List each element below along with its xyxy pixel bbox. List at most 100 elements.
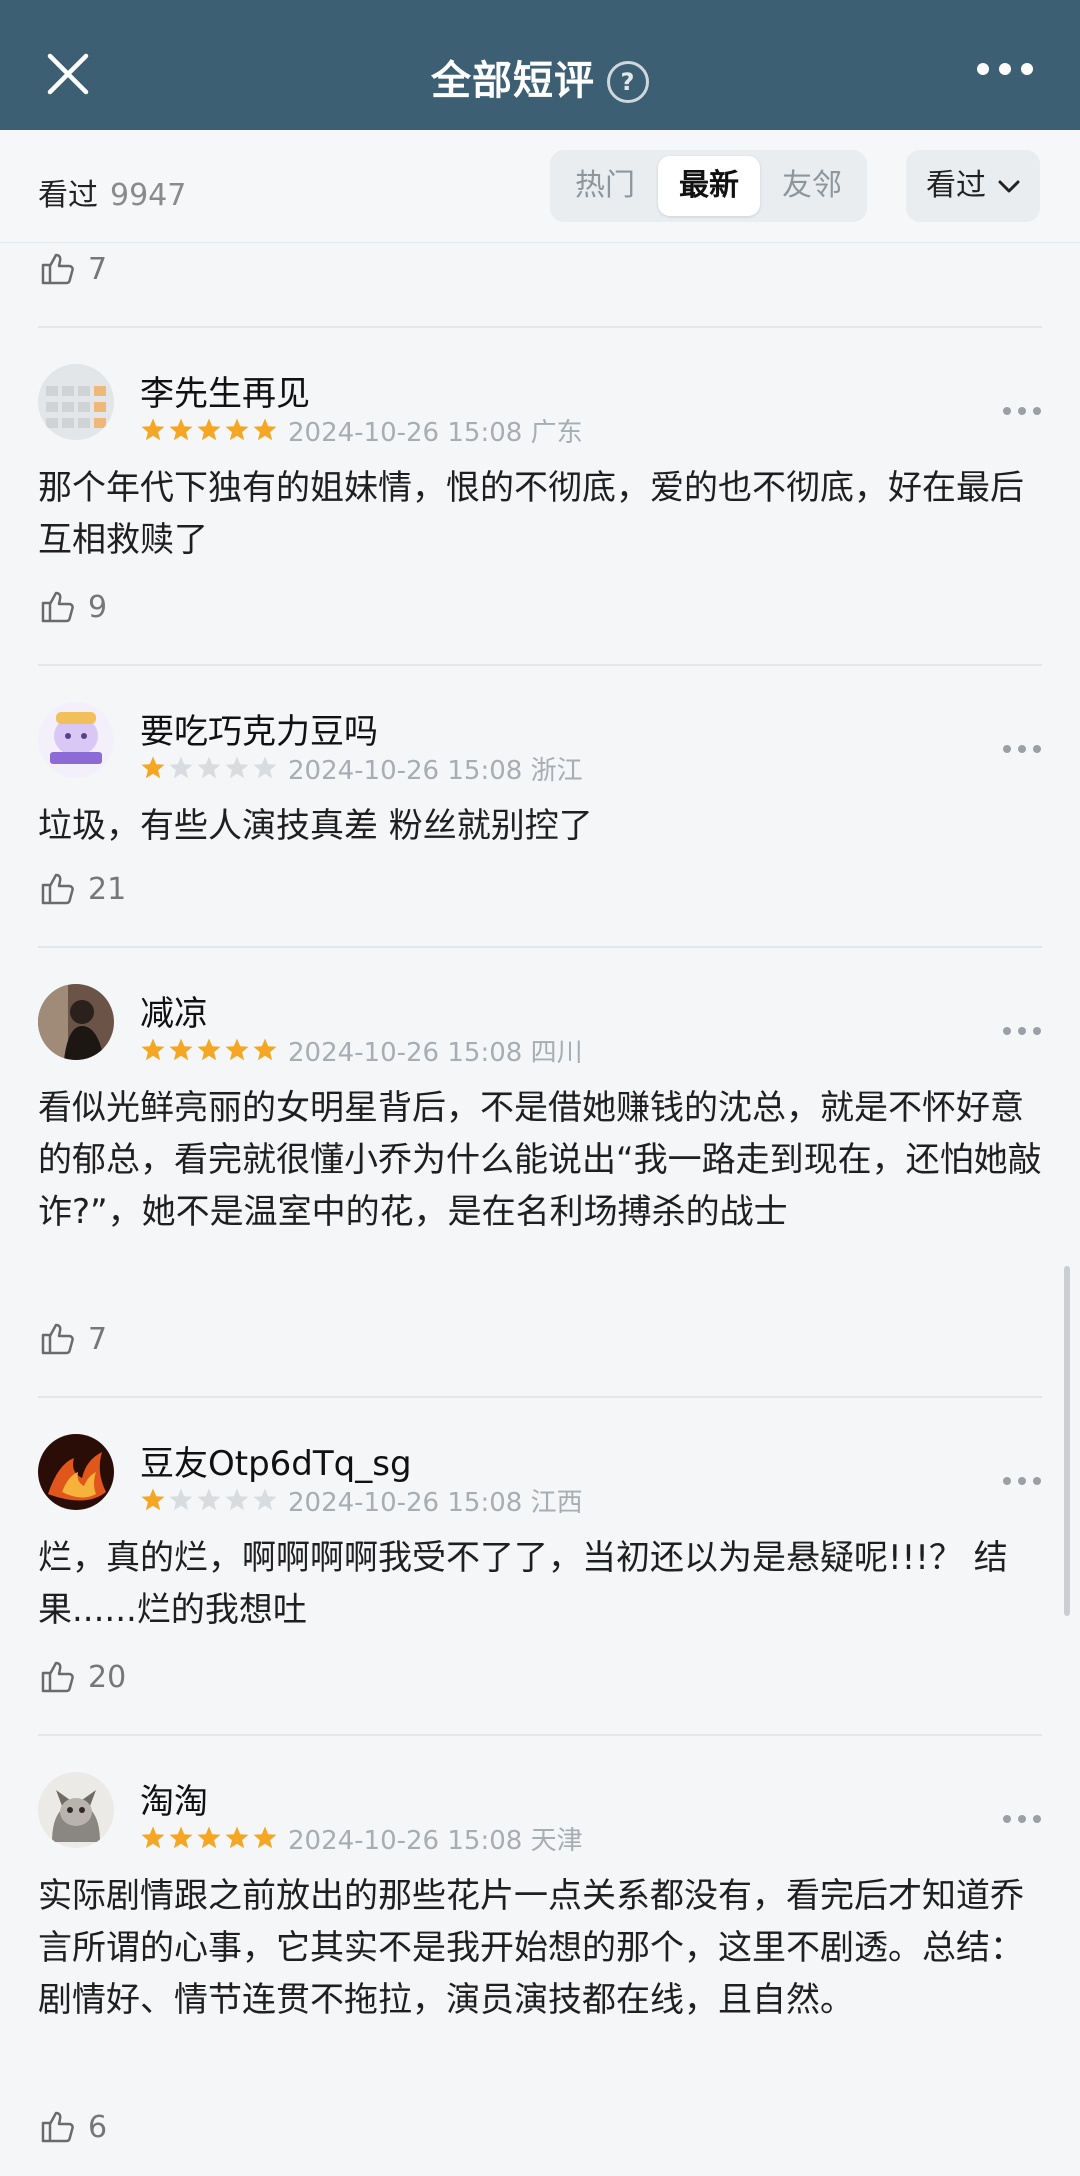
top-bar: 全部短评? xyxy=(0,0,1080,130)
like-count: 21 xyxy=(88,872,127,907)
review-location: 广东 xyxy=(530,418,583,448)
review-location: 江西 xyxy=(530,1488,583,1518)
review-location: 四川 xyxy=(530,1038,583,1068)
more-options-icon[interactable] xyxy=(1002,1026,1042,1036)
star-empty-icon xyxy=(253,756,277,779)
watched-label: 看过 xyxy=(38,178,98,213)
more-options-icon[interactable] xyxy=(1002,1814,1042,1824)
star-filled-icon xyxy=(225,1038,249,1061)
star-filled-icon xyxy=(253,1826,277,1849)
star-filled-icon xyxy=(197,1826,221,1849)
divider xyxy=(38,1734,1042,1736)
stars-svg xyxy=(141,1826,277,1849)
username[interactable]: 李先生再见 xyxy=(140,366,310,415)
avatar[interactable] xyxy=(38,702,114,778)
review-meta: 2024-10-26 15:08 江西 xyxy=(288,1482,583,1519)
review-meta: 2024-10-26 15:08 四川 xyxy=(288,1032,583,1069)
watched-number: 9947 xyxy=(110,178,187,213)
divider xyxy=(38,946,1042,948)
tab-friends[interactable]: 友邻 xyxy=(761,156,863,216)
review-text: 垃圾，有些人演技真差 粉丝就别控了 xyxy=(38,806,593,846)
star-filled-icon xyxy=(225,1826,249,1849)
review-meta: 2024-10-26 15:08 天津 xyxy=(288,1820,583,1857)
review-date: 2024-10-26 15:08 xyxy=(288,756,523,786)
star-empty-icon xyxy=(225,1488,249,1511)
star-filled-icon xyxy=(141,1038,165,1061)
divider xyxy=(38,326,1042,328)
star-filled-icon xyxy=(197,1038,221,1061)
star-empty-icon xyxy=(253,1488,277,1511)
username[interactable]: 豆友Otp6dTq_sg xyxy=(140,1436,412,1485)
star-filled-icon xyxy=(169,1826,193,1849)
star-filled-icon xyxy=(169,418,193,441)
more-options-icon[interactable] xyxy=(1002,1476,1042,1486)
star-empty-icon xyxy=(169,756,193,779)
page-title: 全部短评? xyxy=(0,48,1080,106)
watched-count: 看过 9947 xyxy=(38,170,186,214)
star-empty-icon xyxy=(197,1488,221,1511)
thumbs-up-icon xyxy=(41,253,74,285)
review-date: 2024-10-26 15:08 xyxy=(288,418,523,448)
more-options-icon[interactable] xyxy=(1002,744,1042,754)
review-location: 天津 xyxy=(530,1826,583,1856)
thumbs-up-icon xyxy=(41,1323,74,1355)
more-options-icon[interactable] xyxy=(1002,406,1042,416)
review-location: 浙江 xyxy=(530,756,583,786)
star-rating xyxy=(140,416,280,444)
star-rating xyxy=(140,754,280,782)
status-filter-dropdown[interactable]: 看过 xyxy=(906,150,1040,222)
username[interactable]: 淘淘 xyxy=(140,1774,208,1823)
stars-svg xyxy=(141,756,277,779)
thumbs-up-icon xyxy=(41,2111,74,2143)
thumbs-up-icon xyxy=(41,591,74,623)
stars-svg xyxy=(141,1488,277,1511)
divider xyxy=(38,1396,1042,1398)
stars-svg xyxy=(141,418,277,441)
star-filled-icon xyxy=(253,1038,277,1061)
review-meta: 2024-10-26 15:08 广东 xyxy=(288,412,583,449)
review-text: 看似光鲜亮丽的女明星背后，不是借她赚钱的沈总，就是不怀好意的郁总，看完就很懂小乔… xyxy=(38,1088,1042,1232)
star-filled-icon xyxy=(141,756,165,779)
star-empty-icon xyxy=(169,1488,193,1511)
like-count: 9 xyxy=(88,590,108,625)
help-icon[interactable]: ? xyxy=(607,61,649,103)
avatar[interactable] xyxy=(38,1434,114,1510)
star-empty-icon xyxy=(197,756,221,779)
avatar[interactable] xyxy=(38,984,114,1060)
divider xyxy=(38,664,1042,666)
like-count: 7 xyxy=(88,252,108,287)
star-filled-icon xyxy=(225,418,249,441)
star-filled-icon xyxy=(197,418,221,441)
filter-bar: 看过 9947 热门 最新 友邻 看过 xyxy=(0,130,1080,243)
sort-segmented-control: 热门 最新 友邻 xyxy=(550,150,867,222)
star-filled-icon xyxy=(141,418,165,441)
tab-hot[interactable]: 热门 xyxy=(554,156,656,216)
like-count: 6 xyxy=(88,2110,108,2145)
thumbs-up-icon xyxy=(41,1661,74,1693)
review-text: 烂，真的烂，啊啊啊啊我受不了了，当初还以为是悬疑呢!!!？ 结果......烂的… xyxy=(38,1538,1008,1630)
thumbs-up-icon xyxy=(41,873,74,905)
review-date: 2024-10-26 15:08 xyxy=(288,1038,523,1068)
review-text: 实际剧情跟之前放出的那些花片一点关系都没有，看完后才知道乔言所谓的心事，它其实不… xyxy=(38,1876,1024,2020)
star-filled-icon xyxy=(141,1488,165,1511)
avatar[interactable] xyxy=(38,364,114,440)
more-horizontal-icon[interactable] xyxy=(976,62,1034,76)
star-filled-icon xyxy=(169,1038,193,1061)
like-count: 7 xyxy=(88,1322,108,1357)
page-title-text: 全部短评 xyxy=(431,58,595,104)
scrollbar[interactable] xyxy=(1064,1266,1070,1616)
review-date: 2024-10-26 15:08 xyxy=(288,1826,523,1856)
chevron-down-icon xyxy=(998,180,1020,193)
star-rating xyxy=(140,1486,280,1514)
star-filled-icon xyxy=(141,1826,165,1849)
review-meta: 2024-10-26 15:08 浙江 xyxy=(288,750,583,787)
star-rating xyxy=(140,1036,280,1064)
review-date: 2024-10-26 15:08 xyxy=(288,1488,523,1518)
username[interactable]: 要吃巧克力豆吗 xyxy=(140,704,378,753)
star-filled-icon xyxy=(253,418,277,441)
status-filter-label: 看过 xyxy=(926,168,986,203)
review-text: 那个年代下独有的姐妹情，恨的不彻底，爱的也不彻底，好在最后互相救赎了 xyxy=(38,468,1024,560)
username[interactable]: 减凉 xyxy=(140,986,208,1035)
tab-latest[interactable]: 最新 xyxy=(658,156,760,216)
avatar[interactable] xyxy=(38,1772,114,1848)
